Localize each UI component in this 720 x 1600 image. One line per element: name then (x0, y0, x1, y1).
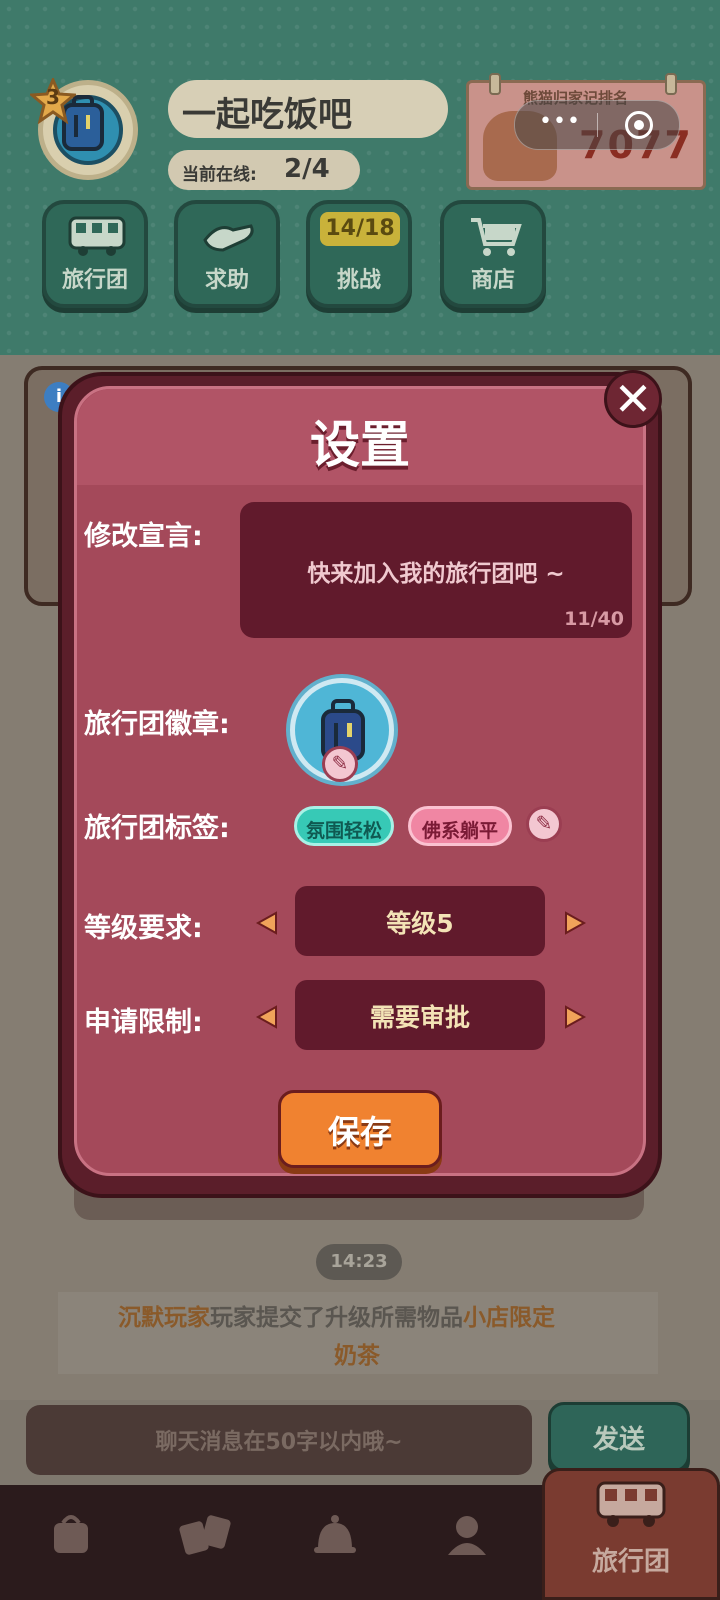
edit-tags-button[interactable]: ✎ (526, 806, 562, 842)
more-icon[interactable]: ••• (539, 109, 581, 134)
motto-input[interactable]: 快来加入我的旅行团吧 ~ 11/40 (240, 502, 632, 638)
binder-ring (489, 73, 501, 95)
menu-label: 商店 (470, 268, 515, 293)
tags-label: 旅行团标签: (84, 813, 230, 844)
guild-name: 一起吃饭吧 (182, 95, 352, 135)
menu-button-shop[interactable]: 商店 (440, 200, 546, 308)
badge-label: 旅行团徽章: (84, 709, 230, 740)
online-label: 当前在线: (182, 165, 257, 185)
motto-label: 修改宣言: (84, 521, 203, 552)
handshake-icon (203, 224, 254, 252)
nav-item-tour-active[interactable]: 旅行团 (542, 1468, 720, 1600)
message-player: 沉默玩家 (118, 1305, 210, 1331)
menu-label: 求助 (204, 268, 249, 293)
nav-item-cards[interactable] (150, 1505, 250, 1575)
close-button[interactable]: ✕ (604, 370, 662, 428)
menu-button-tour[interactable]: 旅行团 (42, 200, 148, 308)
apply-next-button[interactable] (562, 1004, 588, 1030)
message-item-continued: 奶茶 (334, 1343, 380, 1369)
guild-name-pill: 一起吃饭吧 (168, 80, 448, 138)
message-item: 小店限定 (463, 1305, 555, 1331)
online-count-pill: 当前在线: 2/4 (168, 150, 360, 190)
bag-icon (54, 1515, 88, 1553)
binder-ring (665, 73, 677, 95)
bus-icon (68, 216, 126, 256)
chat-timestamp: 14:23 (316, 1244, 402, 1280)
apply-label: 申请限制: (84, 1007, 203, 1038)
tag-text: 氛围轻松 (305, 820, 382, 842)
send-button[interactable]: 发送 (548, 1402, 690, 1472)
edit-badge-button[interactable]: ✎ (322, 746, 358, 782)
challenge-progress: 14/18 (325, 216, 395, 241)
miniapp-capsule: ••• (514, 100, 680, 150)
chat-input[interactable]: 聊天消息在50字以内哦~ (26, 1405, 532, 1475)
apply-prev-button[interactable] (254, 1004, 280, 1030)
close-miniapp-icon[interactable] (625, 111, 653, 139)
arrow-left-icon (255, 911, 277, 935)
settings-dialog: 设置 (58, 372, 662, 1198)
motto-text: 快来加入我的旅行团吧 ~ (307, 561, 565, 587)
dialog-title: 设置 (310, 416, 410, 474)
menu-label: 挑战 (336, 268, 381, 293)
save-label: 保存 (327, 1113, 392, 1151)
challenge-progress-badge: 14/18 (320, 212, 400, 246)
guild-level-star: 3 (28, 76, 78, 125)
apply-value: 需要审批 (369, 1003, 470, 1032)
nav-item-bell[interactable] (284, 1505, 384, 1575)
pencil-icon: ✎ (331, 751, 349, 775)
chat-time: 14:23 (330, 1251, 388, 1272)
apply-selector: 需要审批 (295, 980, 545, 1050)
save-button[interactable]: 保存 (278, 1090, 442, 1168)
level-selector: 等级5 (295, 886, 545, 956)
capsule-divider (597, 113, 598, 137)
level-prev-button[interactable] (254, 910, 280, 936)
cart-icon (471, 218, 522, 256)
arrow-right-icon (565, 1005, 587, 1029)
nav-item-profile[interactable] (416, 1505, 516, 1575)
cards-icon (179, 1515, 231, 1555)
menu-button-help[interactable]: 求助 (174, 200, 280, 308)
tag-chip: 佛系躺平 (408, 806, 512, 846)
level-value: 等级5 (386, 909, 454, 938)
level-label: 等级要求: (84, 913, 203, 944)
bus-icon (596, 1481, 666, 1527)
arrow-right-icon (565, 911, 587, 935)
dialog-header: 设置 (77, 389, 643, 485)
nav-active-label: 旅行团 (591, 1547, 670, 1577)
tag-text: 佛系躺平 (421, 820, 498, 842)
nav-item-bag[interactable] (20, 1505, 120, 1575)
level-next-button[interactable] (562, 910, 588, 936)
chat-input-placeholder: 聊天消息在50字以内哦~ (155, 1430, 403, 1455)
guild-level-value: 3 (46, 85, 60, 109)
send-label: 发送 (592, 1425, 645, 1455)
motto-char-count: 11/40 (564, 608, 624, 630)
menu-button-challenge[interactable]: 14/18 挑战 (306, 200, 412, 308)
close-icon: ✕ (613, 372, 653, 426)
profile-icon (448, 1516, 486, 1555)
system-message-line1: 沉默玩家玩家提交了升级所需物品小店限定 (118, 1298, 555, 1332)
pencil-icon: ✎ (535, 811, 553, 835)
menu-label: 旅行团 (61, 268, 128, 293)
system-message: 沉默玩家玩家提交了升级所需物品小店限定 奶茶 (58, 1292, 658, 1374)
message-text: 玩家提交了升级所需物品 (210, 1305, 463, 1331)
arrow-left-icon (255, 1005, 277, 1029)
tag-chip: 氛围轻松 (294, 806, 394, 846)
bell-icon (314, 1515, 356, 1553)
online-value: 2/4 (284, 154, 330, 184)
